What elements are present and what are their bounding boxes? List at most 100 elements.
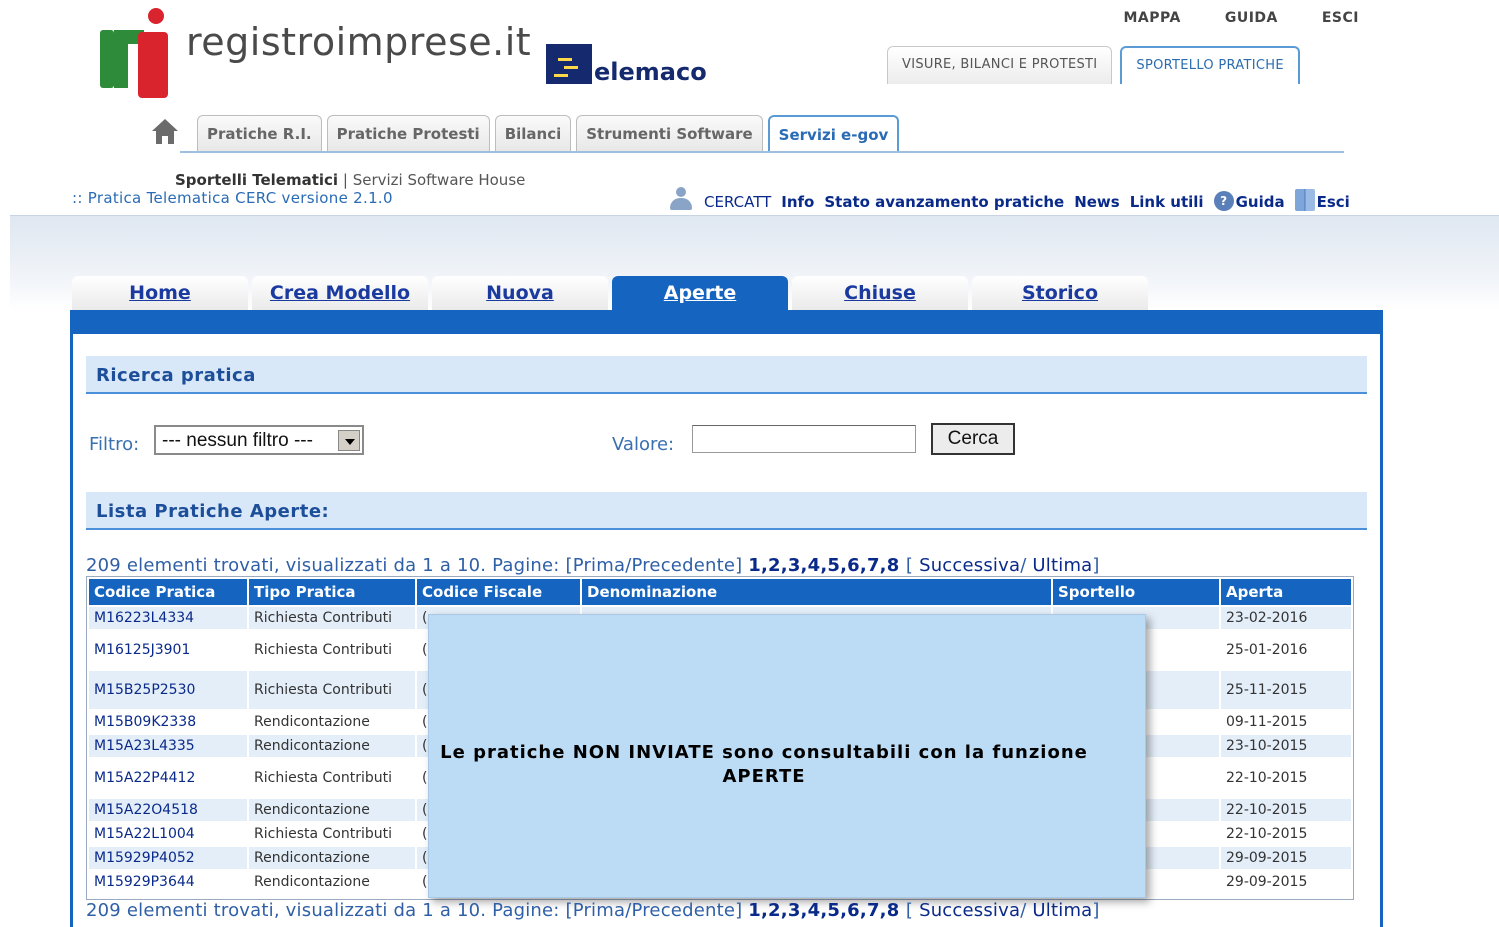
- codice-pratica-link[interactable]: M15929P4052: [94, 850, 195, 866]
- top-links: MAPPA GUIDA ESCI: [1123, 10, 1359, 26]
- esci-link[interactable]: Esci: [1317, 193, 1350, 211]
- page-link[interactable]: 3: [788, 555, 801, 576]
- help-icon[interactable]: ?: [1213, 191, 1234, 211]
- page-link[interactable]: 4: [808, 900, 821, 921]
- guida-link[interactable]: Guida: [1236, 193, 1285, 211]
- tab-bilanci[interactable]: Bilanci: [494, 115, 572, 153]
- pager-bottom: 209 elementi trovati, visualizzati da 1 …: [86, 900, 1100, 921]
- list-section-title: Lista Pratiche Aperte:: [86, 492, 1367, 530]
- page-link[interactable]: 8: [887, 555, 900, 576]
- overlay-message: Le pratiche NON INVIATE sono consultabil…: [429, 741, 1099, 789]
- current-page: 1: [748, 555, 761, 576]
- search-section-title: Ricerca pratica: [86, 356, 1367, 394]
- tab-aperte[interactable]: Aperte: [612, 276, 788, 312]
- tab-chiuse[interactable]: Chiuse: [792, 276, 968, 312]
- top-link-guida[interactable]: GUIDA: [1225, 10, 1278, 26]
- page-link[interactable]: 7: [867, 900, 880, 921]
- tipo-cell: Rendicontazione: [249, 847, 415, 869]
- page-link[interactable]: 7: [867, 555, 880, 576]
- book-icon[interactable]: [1294, 189, 1315, 211]
- codice-pratica-link[interactable]: M15A22P4412: [94, 770, 195, 786]
- next-page-link[interactable]: Successiva: [919, 900, 1020, 921]
- pager-summary: 209 elementi trovati, visualizzati da 1 …: [86, 555, 743, 576]
- tipo-cell: Rendicontazione: [254, 714, 370, 730]
- pager-top: 209 elementi trovati, visualizzati da 1 …: [86, 555, 1100, 576]
- tab-nuova[interactable]: Nuova: [432, 276, 608, 312]
- news-link[interactable]: News: [1074, 193, 1120, 211]
- tab-visure-bilanci-protesti[interactable]: VISURE, BILANCI E PROTESTI: [887, 46, 1113, 84]
- dropdown-arrow-icon[interactable]: [338, 430, 360, 451]
- top-link-mappa[interactable]: MAPPA: [1123, 10, 1180, 26]
- tab-storico[interactable]: Storico: [972, 276, 1148, 312]
- tab-home[interactable]: Home: [72, 276, 248, 312]
- aperta-cell: 25-11-2015: [1221, 671, 1351, 709]
- sort-denominazione-link[interactable]: Denominazione: [587, 583, 717, 601]
- aperta-cell: 23-02-2016: [1221, 607, 1351, 629]
- tipo-cell: Rendicontazione: [249, 735, 415, 757]
- version-label: :: Pratica Telematica CERC versione 2.1.…: [72, 189, 393, 207]
- sort-codice-link[interactable]: Codice Pratica: [94, 583, 215, 601]
- codice-pratica-link[interactable]: M15A23L4335: [94, 738, 195, 754]
- codice-pratica-link[interactable]: M15B25P2530: [94, 682, 195, 698]
- valore-input[interactable]: [692, 425, 916, 453]
- sportelli-label[interactable]: Sportelli Telematici: [175, 171, 338, 189]
- tab-crea-modello[interactable]: Crea Modello: [252, 276, 428, 312]
- sportelli-breadcrumb: Sportelli Telematici | Servizi Software …: [175, 171, 525, 189]
- tab-pratiche-ri[interactable]: Pratiche R.I.: [197, 115, 322, 153]
- tipo-cell: Rendicontazione: [249, 799, 415, 821]
- breadcrumb-separator: |: [342, 171, 348, 189]
- tipo-cell: Richiesta Contributi: [254, 642, 392, 658]
- last-page-link[interactable]: Ultima: [1032, 900, 1092, 921]
- main-tabs: Home Crea Modello Nuova Aperte Chiuse St…: [72, 276, 1148, 312]
- codice-pratica-link[interactable]: M16223L4334: [94, 610, 194, 626]
- page-link[interactable]: 6: [847, 900, 860, 921]
- aperta-cell: 22-10-2015: [1226, 826, 1308, 842]
- page-link[interactable]: 3: [788, 900, 801, 921]
- col-header-sportello: Sportello: [1053, 579, 1219, 605]
- valore-label: Valore:: [612, 434, 675, 455]
- page-link[interactable]: 2: [768, 555, 781, 576]
- col-header-denominazione: Denominazione: [582, 579, 1051, 605]
- tab-strumenti-software[interactable]: Strumenti Software: [576, 115, 763, 153]
- aperta-cell: 29-09-2015: [1226, 874, 1308, 890]
- cercatt-link[interactable]: CERCATT: [704, 193, 771, 211]
- page-link[interactable]: 2: [768, 900, 781, 921]
- tipo-cell: Rendicontazione: [254, 874, 370, 890]
- top-link-esci[interactable]: ESCI: [1322, 10, 1359, 26]
- codice-pratica-link[interactable]: M15A22L1004: [94, 826, 195, 842]
- tipo-cell: Richiesta Contributi: [249, 607, 415, 629]
- info-link[interactable]: Info: [781, 193, 814, 211]
- telemaco-logo: elemaco: [546, 42, 707, 84]
- software-house-label[interactable]: Servizi Software House: [353, 171, 526, 189]
- cerca-button[interactable]: Cerca: [931, 423, 1015, 455]
- codice-pratica-link[interactable]: M15929P3644: [94, 874, 195, 890]
- filter-select[interactable]: --- nessun filtro ---: [154, 425, 364, 455]
- codice-pratica-link[interactable]: M15A22O4518: [94, 802, 198, 818]
- sort-tipo-link[interactable]: Tipo Pratica: [254, 583, 355, 601]
- tab-servizi-egov[interactable]: Servizi e-gov: [767, 115, 900, 153]
- codice-pratica-link[interactable]: M15B09K2338: [94, 714, 196, 730]
- link-utili-link[interactable]: Link utili: [1130, 193, 1204, 211]
- tab-sportello-pratiche[interactable]: SPORTELLO PRATICHE: [1120, 46, 1300, 84]
- filter-selected-value: --- nessun filtro ---: [162, 430, 313, 451]
- next-page-link[interactable]: Successiva: [919, 555, 1020, 576]
- current-page: 1: [748, 900, 761, 921]
- codice-pratica-link[interactable]: M16125J3901: [94, 642, 190, 658]
- page-link[interactable]: 4: [808, 555, 821, 576]
- page-link[interactable]: 8: [887, 900, 900, 921]
- registroimprese-logo: [100, 8, 168, 98]
- stato-avanzamento-link[interactable]: Stato avanzamento pratiche: [824, 193, 1064, 211]
- site-name: registroimprese.it: [186, 20, 532, 64]
- main-tabs-bar: [70, 310, 1383, 334]
- page-link[interactable]: 6: [847, 555, 860, 576]
- pager-summary: 209 elementi trovati, visualizzati da 1 …: [86, 900, 743, 921]
- page-link[interactable]: 5: [827, 900, 840, 921]
- sort-aperta-link[interactable]: Aperta: [1226, 583, 1283, 601]
- utility-links: CERCATT Info Stato avanzamento pratiche …: [668, 187, 1350, 211]
- last-page-link[interactable]: Ultima: [1032, 555, 1092, 576]
- page-link[interactable]: 5: [827, 555, 840, 576]
- sort-cf-link[interactable]: Codice Fiscale: [422, 583, 542, 601]
- filter-label: Filtro:: [89, 434, 140, 455]
- home-icon[interactable]: [150, 116, 180, 146]
- tab-pratiche-protesti[interactable]: Pratiche Protesti: [326, 115, 490, 153]
